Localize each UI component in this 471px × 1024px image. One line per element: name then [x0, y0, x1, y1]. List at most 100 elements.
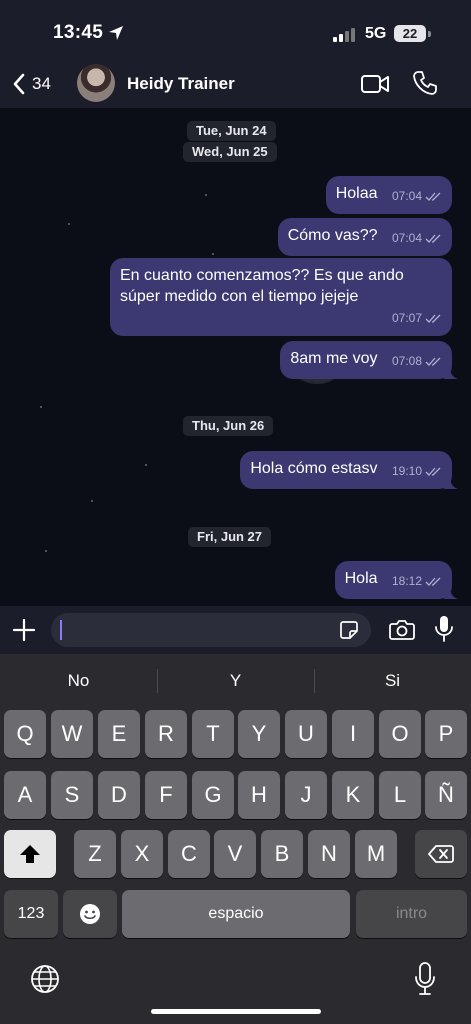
message-time: 07:04 [391, 189, 422, 203]
key-n-tilde[interactable]: Ñ [425, 771, 467, 819]
message-meta: 18:12 [392, 571, 442, 592]
double-check-icon [425, 192, 441, 201]
key-h[interactable]: H [238, 771, 280, 819]
key-f[interactable]: F [145, 771, 187, 819]
shift-arrow-icon [20, 845, 40, 863]
key-i[interactable]: I [332, 710, 374, 758]
contact-name[interactable]: Heidy Trainer [127, 74, 235, 94]
background-star [205, 194, 207, 196]
message-text: En cuanto comenzamos?? Es que ando súper… [120, 267, 404, 305]
shift-key[interactable] [4, 830, 56, 878]
keyboard: No Y Si Q W E R T Y U I O P A S D F G H … [0, 654, 471, 1024]
status-bar: 13:45 5G 22 [0, 0, 471, 62]
network-type: 5G [365, 25, 387, 42]
key-x[interactable]: X [121, 830, 163, 878]
text-caret [60, 620, 62, 640]
key-k[interactable]: K [332, 771, 374, 819]
key-t[interactable]: T [192, 710, 234, 758]
double-check-icon [425, 467, 441, 476]
suggestion-y[interactable]: Y [157, 666, 314, 696]
message-meta: 07:07 [120, 308, 442, 329]
key-y[interactable]: Y [238, 710, 280, 758]
chat-header: 34 Heidy Trainer [0, 62, 471, 108]
message-meta: 19:10 [392, 461, 442, 482]
message-text: Cómo vas?? [287, 227, 378, 244]
key-e[interactable]: E [98, 710, 140, 758]
camera-icon[interactable] [389, 618, 415, 640]
key-g[interactable]: G [192, 771, 234, 819]
key-b[interactable]: B [261, 830, 303, 878]
space-key[interactable]: espacio [122, 890, 350, 938]
battery-tip [428, 31, 431, 37]
key-c[interactable]: C [168, 830, 210, 878]
message-time: 07:04 [391, 231, 422, 245]
sticker-icon[interactable] [339, 620, 359, 640]
date-chip: Thu, Jun 26 [183, 416, 274, 436]
message-text: 8am me voy [290, 350, 378, 367]
bubble-tail [444, 585, 458, 599]
signal-strength-icon [333, 28, 355, 42]
double-check-icon [425, 357, 441, 366]
key-j[interactable]: J [285, 771, 327, 819]
background-star [45, 550, 47, 552]
message-bubble[interactable]: 8am me voy 07:08 [280, 341, 458, 379]
video-call-icon[interactable] [360, 72, 390, 96]
key-o[interactable]: O [379, 710, 421, 758]
unread-count: 34 [32, 74, 51, 93]
microphone-icon[interactable] [434, 615, 454, 643]
home-indicator [151, 1009, 321, 1014]
key-p[interactable]: P [425, 710, 467, 758]
suggestion-no[interactable]: No [0, 666, 157, 696]
message-meta: 07:04 [392, 186, 442, 207]
message-bubble[interactable]: Hola 18:12 [334, 561, 458, 599]
message-time: 18:12 [391, 574, 422, 588]
key-v[interactable]: V [214, 830, 256, 878]
message-bubble[interactable]: Hola cómo estasv 19:10 [240, 451, 458, 489]
key-w[interactable]: W [51, 710, 93, 758]
message-time: 07:07 [391, 311, 422, 325]
key-l[interactable]: L [379, 771, 421, 819]
bubble-tail [444, 365, 458, 379]
avatar[interactable] [77, 64, 115, 102]
globe-icon[interactable] [30, 964, 60, 994]
message-bubble[interactable]: En cuanto comenzamos?? Es que ando súper… [110, 258, 452, 336]
key-m[interactable]: M [355, 830, 397, 878]
key-q[interactable]: Q [4, 710, 46, 758]
plus-icon[interactable] [12, 618, 36, 642]
key-n[interactable]: N [308, 830, 350, 878]
message-input[interactable] [51, 613, 371, 647]
chevron-left-icon [13, 73, 25, 95]
message-meta: 07:08 [392, 351, 442, 372]
key-d[interactable]: D [98, 771, 140, 819]
message-text: Hola cómo estasv [250, 460, 378, 477]
emoji-key[interactable] [63, 890, 117, 938]
key-a[interactable]: A [4, 771, 46, 819]
backspace-key[interactable] [415, 830, 467, 878]
background-star [145, 464, 147, 466]
phone-call-icon[interactable] [412, 70, 438, 96]
background-star [91, 500, 93, 502]
date-chip: Fri, Jun 27 [188, 527, 272, 547]
key-z[interactable]: Z [74, 830, 116, 878]
date-chip: Wed, Jun 25 [183, 142, 277, 162]
background-star [68, 223, 70, 225]
return-key[interactable]: intro [356, 890, 467, 938]
numbers-key[interactable]: 123 [4, 890, 58, 938]
message-text: Holaa [335, 185, 378, 202]
backspace-icon [428, 845, 454, 863]
message-bubble[interactable]: Cómo vas?? 07:04 [277, 218, 452, 256]
message-time: 07:08 [391, 354, 422, 368]
message-bubble[interactable]: Holaa 07:04 [325, 176, 452, 214]
key-s[interactable]: S [51, 771, 93, 819]
message-meta: 07:04 [392, 228, 442, 249]
dictation-icon[interactable] [414, 962, 436, 996]
bubble-tail [444, 475, 458, 489]
suggestion-si[interactable]: Si [314, 666, 471, 696]
back-button[interactable]: 34 [12, 70, 51, 98]
key-r[interactable]: R [145, 710, 187, 758]
status-time: 13:45 [53, 22, 104, 43]
double-check-icon [425, 234, 441, 243]
key-u[interactable]: U [285, 710, 327, 758]
double-check-icon [425, 314, 441, 323]
chat-area: Tue, Jun 24 Wed, Jun 25 Holaa 07:04 Cómo… [0, 108, 471, 606]
